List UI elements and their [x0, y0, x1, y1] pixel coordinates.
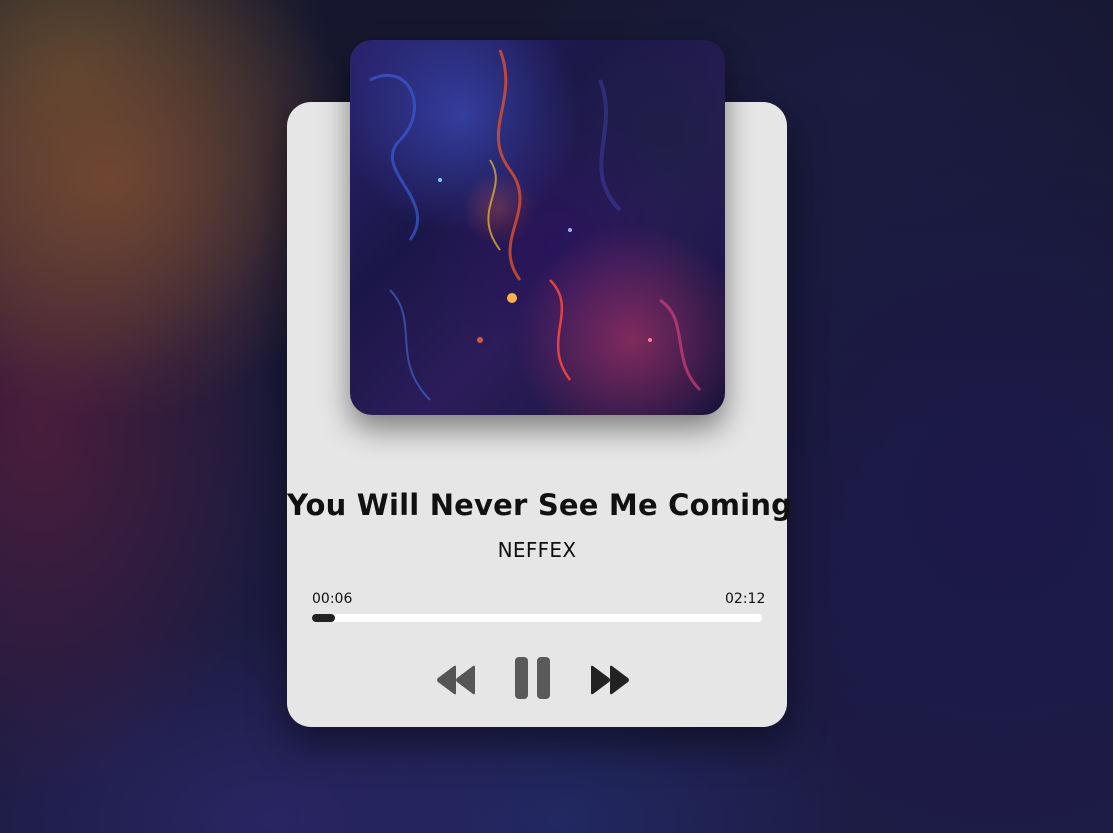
rewind-icon: [437, 665, 475, 695]
song-title: You Will Never See Me Coming: [287, 488, 793, 522]
previous-button[interactable]: [436, 664, 476, 696]
progress-fill: [312, 614, 335, 622]
current-time: 00:06: [312, 591, 353, 607]
album-art-image: [369, 49, 702, 401]
fast-forward-icon: [591, 665, 629, 695]
total-duration: 02:12: [725, 591, 766, 607]
artist-name: NEFFEX: [497, 538, 577, 562]
album-cover: [350, 40, 725, 415]
pause-button[interactable]: [515, 657, 551, 699]
next-button[interactable]: [590, 664, 630, 696]
pause-icon: [515, 657, 550, 699]
progress-bar[interactable]: [312, 614, 762, 622]
